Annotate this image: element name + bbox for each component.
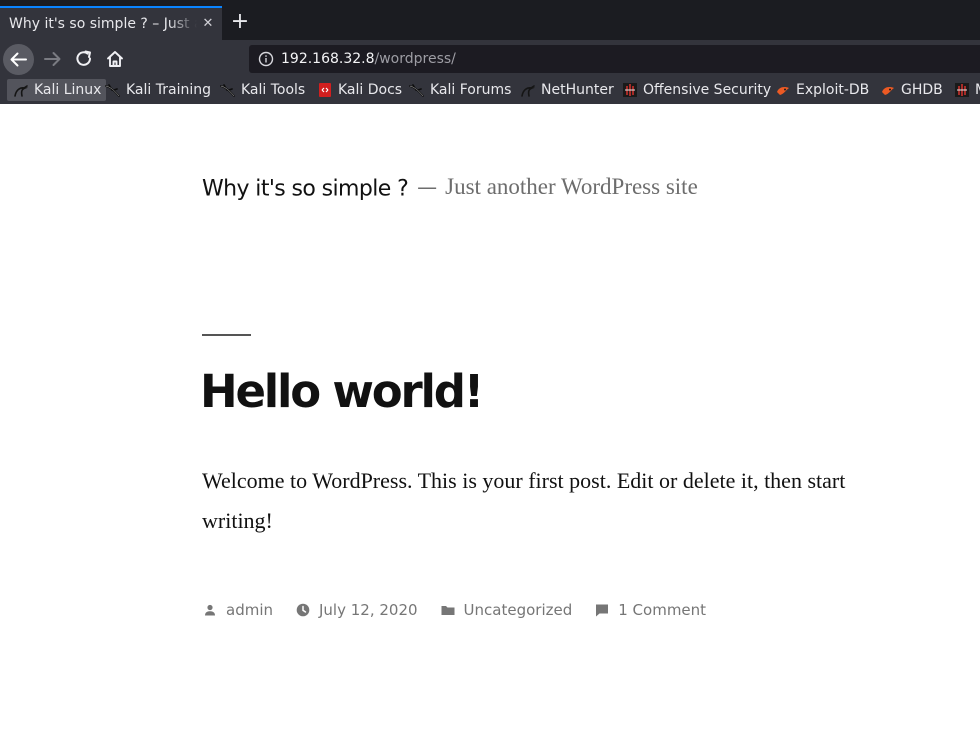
url-text[interactable]: 192.168.32.8/wordpress/ <box>281 49 456 69</box>
bookmark-nethunter[interactable]: NetHunter <box>520 79 614 101</box>
exploit-db-icon <box>777 87 789 95</box>
post-date: July 12, 2020 <box>295 601 418 619</box>
post-title[interactable]: Hello world! <box>200 362 484 422</box>
bookmark-label: NetHunter <box>541 82 614 98</box>
date-link[interactable]: July 12, 2020 <box>319 601 418 619</box>
bookmark-kali-tools[interactable]: Kali Tools <box>220 79 305 101</box>
category-link[interactable]: Uncategorized <box>464 601 573 619</box>
forward-button[interactable] <box>40 46 66 72</box>
bookmark-ghdb[interactable]: GHDB <box>880 79 943 101</box>
reload-button[interactable] <box>71 46 97 72</box>
comments-link[interactable]: 1 Comment <box>618 601 706 619</box>
post-meta: admin July 12, 2020 Uncategorized 1 Comm… <box>202 598 728 622</box>
kali-dragon-icon <box>409 84 424 97</box>
back-button[interactable] <box>3 44 34 75</box>
bookmark-label: Offensive Security <box>643 82 772 98</box>
site-header: Why it's so simple ? — Just another WordPr… <box>202 170 698 204</box>
bookmark-offensive-security[interactable]: Offensive Security <box>622 79 771 101</box>
url-path: /wordpress/ <box>374 51 456 67</box>
post-content: Welcome to WordPress. This is your first… <box>202 468 846 533</box>
exploit-db-icon <box>882 87 894 95</box>
new-tab-button[interactable]: + <box>229 9 251 35</box>
tab-close-icon[interactable]: ✕ <box>200 14 216 34</box>
bookmark-label: Kali Forums <box>430 82 512 98</box>
tab-title: Why it's so simple ? – Just another Word… <box>9 16 197 32</box>
kali-dragon-icon <box>521 85 536 97</box>
info-icon[interactable] <box>258 51 274 67</box>
address-bar[interactable]: 192.168.32.8/wordpress/ <box>249 45 980 73</box>
comment-icon <box>596 604 609 617</box>
offsec-icon <box>623 83 637 97</box>
bookmark-kali-docs[interactable]: Kali Docs <box>317 79 402 101</box>
bookmark-exploit-db[interactable]: Exploit-DB <box>775 79 869 101</box>
post-category: Uncategorized <box>440 601 573 619</box>
bookmark-label: Kali Docs <box>338 82 403 98</box>
url-host: 192.168.32.8 <box>281 51 375 67</box>
folder-icon <box>441 606 455 615</box>
bookmark-label: Kali Tools <box>241 82 306 98</box>
site-title-separator: — <box>417 175 438 199</box>
kali-docs-icon <box>319 83 331 97</box>
bookmark-label: Exploit-DB <box>796 82 870 98</box>
bookmark-label: M <box>975 82 980 98</box>
bookmark-label: Kali Training <box>126 82 211 98</box>
arrow-right-icon <box>44 52 61 66</box>
bookmark-kali-linux[interactable]: Kali Linux <box>7 79 107 101</box>
arrow-left-icon <box>10 52 27 67</box>
site-title[interactable]: Why it's so simple ? <box>202 177 409 202</box>
kali-dragon-icon <box>105 84 120 97</box>
home-icon <box>107 51 123 67</box>
navigation-toolbar: 192.168.32.8/wordpress/ <box>0 40 980 78</box>
kali-dragon-icon <box>220 84 235 97</box>
bookmark-label: GHDB <box>901 82 943 98</box>
bookmark-kali-training[interactable]: Kali Training <box>105 79 211 101</box>
bookmark-overflow[interactable]: M <box>954 79 980 101</box>
tab-active[interactable]: Why it's so simple ? – Just another Word… <box>0 6 222 40</box>
clock-icon <box>296 603 310 617</box>
bookmark-label: Kali Linux <box>34 82 102 98</box>
author-link[interactable]: admin <box>226 601 273 619</box>
site-description: Just another WordPress site <box>445 174 698 199</box>
post-author: admin <box>202 601 273 619</box>
person-icon <box>205 604 215 616</box>
home-button[interactable] <box>102 46 128 72</box>
kali-dragon-icon <box>14 85 29 97</box>
post-comments: 1 Comment <box>594 601 706 619</box>
tab-bar: Why it's so simple ? – Just another Word… <box>0 0 980 40</box>
entry-divider <box>202 334 251 336</box>
offsec-icon <box>955 83 969 97</box>
bookmark-kali-forums[interactable]: Kali Forums <box>409 79 511 101</box>
bookmarks-toolbar: Kali Linux Kali Training Kali Tools Kali… <box>0 78 980 104</box>
reload-icon <box>76 50 92 66</box>
